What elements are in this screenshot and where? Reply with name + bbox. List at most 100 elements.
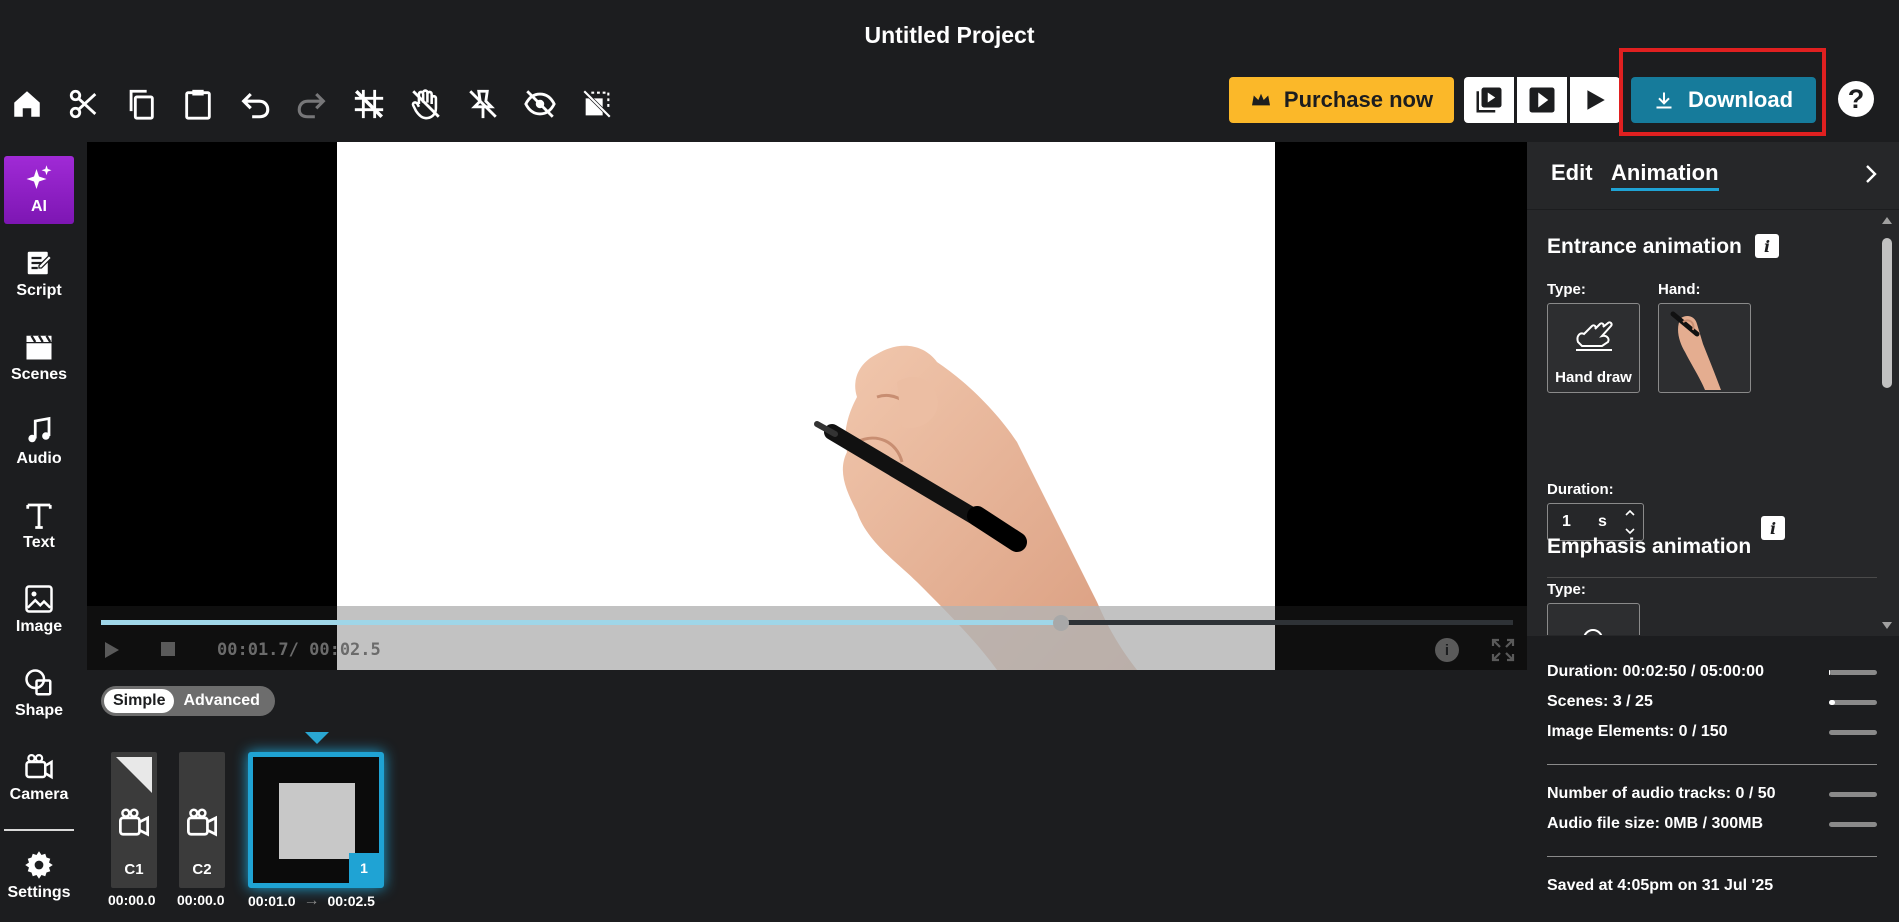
undo-icon — [241, 92, 270, 119]
chevron-right-icon[interactable] — [1859, 160, 1883, 188]
sidebar-item-audio[interactable]: Audio — [4, 408, 74, 476]
entrance-hand-selector[interactable] — [1658, 303, 1751, 393]
chevron-up-icon[interactable] — [1623, 507, 1637, 519]
paste-button[interactable] — [178, 84, 218, 124]
sidebar-divider — [4, 829, 74, 831]
entrance-info-button[interactable]: i — [1755, 234, 1779, 258]
download-icon — [1656, 92, 1672, 109]
arrow-right-icon: → — [303, 892, 320, 909]
clipboard-icon — [185, 89, 211, 120]
purchase-now-button[interactable]: Purchase now — [1229, 77, 1454, 123]
grid-off-button[interactable] — [349, 84, 389, 124]
scene-thumbnail — [279, 783, 355, 859]
sidebar-item-image[interactable]: Image — [4, 576, 74, 644]
canvas-stage[interactable]: 00:01.7/ 00:02.5 i — [87, 142, 1527, 670]
camera-card-c2[interactable]: C2 — [179, 752, 225, 888]
player-info-button[interactable]: i — [1435, 638, 1459, 662]
preview-scene-button[interactable] — [1517, 77, 1567, 123]
cut-button[interactable] — [64, 84, 104, 124]
play-icon — [1587, 90, 1605, 110]
help-button[interactable]: ? — [1838, 81, 1874, 117]
sidebar-item-settings[interactable]: Settings — [4, 842, 74, 910]
emphasis-type-selector[interactable] — [1547, 603, 1640, 635]
emphasis-info-button[interactable]: i — [1761, 516, 1785, 540]
camera-card-time: 00:00.0 — [177, 892, 225, 908]
mode-advanced[interactable]: Advanced — [174, 689, 268, 713]
sidebar-item-label: AI — [31, 198, 47, 215]
stat-image-elements: Image Elements: 0 / 150 — [1547, 723, 1728, 740]
pin-off-button[interactable] — [463, 84, 503, 124]
timeline-mode-toggle[interactable]: Simple Advanced — [101, 686, 275, 716]
play-button[interactable] — [1570, 77, 1620, 123]
scene-time-range: 00:01.0 → 00:02.5 — [248, 892, 375, 910]
home-button[interactable] — [7, 84, 47, 124]
pin-off-icon — [469, 89, 497, 119]
visibility-off-button[interactable] — [520, 84, 560, 124]
entrance-duration-label: Duration: — [1547, 481, 1614, 498]
sidebar-item-shape[interactable]: Shape — [4, 660, 74, 728]
scene-canvas[interactable] — [337, 142, 1275, 670]
panel-scrollbar[interactable] — [1877, 214, 1897, 632]
stats-divider — [1547, 856, 1877, 857]
preview-button-group — [1464, 77, 1620, 123]
project-title[interactable]: Untitled Project — [865, 22, 1035, 49]
camera-icon — [25, 754, 53, 780]
stat-scenes-bar — [1829, 700, 1877, 705]
scroll-up-icon[interactable] — [1880, 214, 1894, 226]
download-button[interactable]: Download — [1631, 77, 1816, 123]
preview-scenes-button[interactable] — [1464, 77, 1514, 123]
gear-icon — [25, 851, 53, 879]
camera-card-label: C1 — [124, 861, 144, 878]
player-stop-icon[interactable] — [161, 642, 175, 656]
scrollbar-thumb[interactable] — [1882, 238, 1892, 388]
transition-corner-icon — [116, 757, 152, 793]
entrance-type-selector[interactable]: Hand draw — [1547, 303, 1640, 393]
undo-button[interactable] — [235, 84, 275, 124]
panel-tabs: Edit Animation — [1527, 142, 1899, 210]
sidebar-item-script[interactable]: Script — [4, 240, 74, 308]
grid-off-icon — [354, 89, 384, 119]
sidebar-item-ai[interactable]: AI — [4, 156, 74, 224]
hand-draw-icon — [1576, 321, 1613, 351]
sidebar-item-label: Settings — [7, 884, 71, 901]
tab-animation[interactable]: Animation — [1611, 160, 1719, 191]
crop-off-button[interactable] — [577, 84, 617, 124]
copy-button[interactable] — [121, 84, 161, 124]
camera-icon — [119, 808, 149, 837]
crop-off-icon — [581, 88, 613, 120]
hand-off-button[interactable] — [406, 84, 446, 124]
properties-panel: Edit Animation Entrance animation i Type… — [1527, 142, 1899, 922]
stat-audio-size-bar — [1829, 822, 1877, 827]
panel-divider — [1547, 577, 1877, 578]
fullscreen-icon[interactable] — [1491, 638, 1515, 662]
scene-start-time: 00:01.0 — [248, 893, 296, 909]
panel-scroll-area[interactable]: Entrance animation i Type: Hand: Hand dr… — [1527, 211, 1899, 635]
mode-simple[interactable]: Simple — [104, 689, 175, 713]
sidebar-item-camera[interactable]: Camera — [4, 744, 74, 812]
tab-edit[interactable]: Edit — [1551, 160, 1593, 186]
left-sidebar: AI Script Scenes Audio Text Image Shape … — [0, 142, 78, 922]
scene-card-1[interactable]: 1 — [248, 752, 384, 888]
duration-stepper[interactable] — [1623, 507, 1637, 537]
sidebar-item-label: Shape — [14, 702, 63, 719]
play-square-icon — [1529, 87, 1555, 113]
sidebar-item-scenes[interactable]: Scenes — [4, 324, 74, 392]
sidebar-item-label: Audio — [16, 450, 62, 467]
stats-divider — [1547, 764, 1877, 765]
music-note-icon — [28, 416, 51, 443]
scroll-down-icon[interactable] — [1880, 620, 1894, 632]
camera-card-c1[interactable]: C1 — [111, 752, 157, 888]
scene-number-badge: 1 — [349, 853, 379, 883]
sidebar-item-label: Text — [23, 534, 55, 551]
emphasis-animation-title: Emphasis animation — [1547, 535, 1752, 558]
playhead-marker[interactable] — [305, 732, 329, 744]
title-bar: Untitled Project — [0, 0, 1899, 70]
crown-icon — [1251, 93, 1270, 106]
entrance-hand-label: Hand: — [1658, 281, 1701, 298]
sidebar-item-text[interactable]: Text — [4, 492, 74, 560]
player-play-icon[interactable] — [101, 640, 121, 660]
eye-off-icon — [524, 90, 556, 118]
info-icon: i — [1444, 641, 1450, 659]
redo-button[interactable] — [292, 84, 332, 124]
hand-off-icon — [411, 89, 440, 120]
